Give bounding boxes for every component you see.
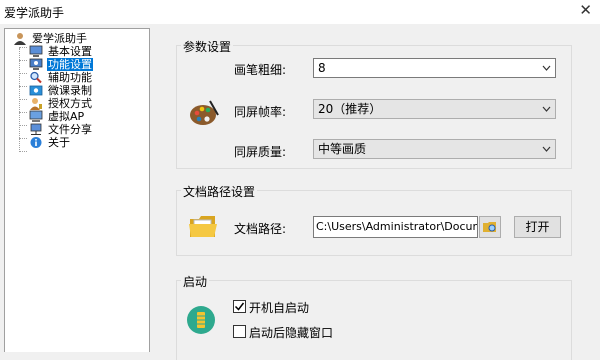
pen-size-label: 画笔粗细: [234,63,287,77]
tree-item-about[interactable]: 关于 [30,136,71,149]
hide-after-start-checkbox[interactable] [233,325,246,338]
folder-browse-icon [483,222,496,232]
title-bar: 爱学派助手 ✕ [0,0,600,24]
tree-connector [19,47,27,48]
tree-connector [19,60,27,61]
settings-monitor-icon [29,58,43,70]
browse-folder-button[interactable] [479,216,501,238]
tree-connector [19,86,27,87]
chevron-down-icon [542,146,551,152]
folder-icon [189,216,217,237]
tree-connector [19,112,27,113]
tree-root[interactable]: 爱学派助手 [14,32,88,45]
tree-connector [19,73,27,74]
user-key-icon [30,98,42,110]
magnifier-icon [30,71,42,84]
monitor-icon [29,45,43,57]
startup-legend: 启动 [181,273,210,290]
docpath-legend: 文档路径设置 [181,183,258,200]
tree-item-file-share[interactable]: 文件分享 [30,123,93,136]
startup-app-icon [187,306,215,334]
chevron-down-icon [542,65,551,71]
fps-label: 同屏帧率: [234,105,287,119]
computer-icon [29,110,43,122]
pen-size-select[interactable]: 8 [313,58,556,78]
tree-connector [19,151,27,152]
palette-icon [190,100,219,125]
fps-value: 20（推荐） [318,102,382,116]
docpath-label: 文档路径: [234,222,287,236]
tree-item-basic-settings[interactable]: 基本设置 [29,45,93,58]
autostart-checkbox[interactable] [233,300,246,313]
close-icon[interactable]: ✕ [579,1,592,19]
tree-item-micro-lesson[interactable]: 微课录制 [29,84,93,97]
checkmark-icon [234,302,245,311]
tree-item-authorization[interactable]: 授权方式 [30,97,93,110]
tree-item-assist-functions[interactable]: 辅助功能 [30,71,93,84]
open-button[interactable]: 打开 [514,216,561,238]
video-record-icon [29,85,43,96]
quality-label: 同屏质量: [234,145,287,159]
network-computer-icon [30,123,42,135]
tree-connector [19,99,27,100]
params-legend: 参数设置 [181,38,234,55]
tree-item-virtual-ap[interactable]: 虚拟AP [29,110,85,123]
startup-group [176,280,572,360]
hide-after-start-label: 启动后隐藏窗口 [249,326,334,340]
tree-item-function-settings[interactable]: 功能设置 [29,58,93,71]
fps-select[interactable]: 20（推荐） [313,99,556,119]
quality-select[interactable]: 中等画质 [313,139,556,159]
pen-size-value: 8 [318,61,326,75]
tree-connector [19,125,27,126]
settings-tree: 爱学派助手 基本设置 功能设置 辅助功能 微课录制 授权方式 虚拟AP 文件分享… [4,28,150,352]
info-icon [30,137,42,148]
tree-connector [19,138,27,139]
user-icon [14,33,26,45]
autostart-label: 开机自启动 [249,301,310,315]
quality-value: 中等画质 [318,142,367,156]
docpath-input[interactable]: C:\Users\Administrator\Documents\爱 [313,216,478,238]
window-title: 爱学派助手 [4,6,65,20]
chevron-down-icon [542,106,551,112]
tree-connector [19,48,20,152]
